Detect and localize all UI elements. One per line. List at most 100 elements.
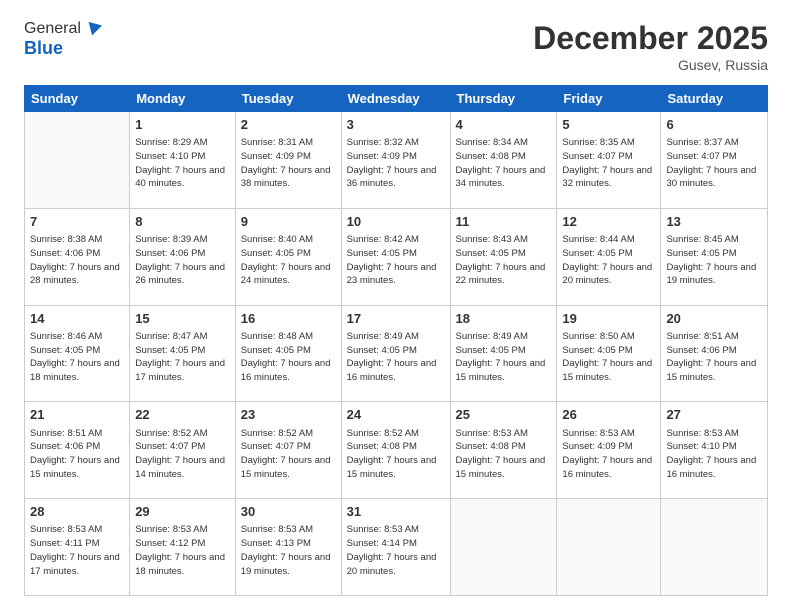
calendar-cell: 21 Sunrise: 8:51 AMSunset: 4:06 PMDayligh…: [25, 402, 130, 499]
day-info: Sunrise: 8:52 AMSunset: 4:08 PMDaylight:…: [347, 427, 445, 482]
calendar-cell: 12 Sunrise: 8:44 AMSunset: 4:05 PMDayligh…: [557, 208, 661, 305]
day-number: 29: [135, 503, 230, 521]
location: Gusev, Russia: [533, 57, 768, 73]
header-friday: Friday: [557, 86, 661, 112]
calendar-week-row: 7Sunrise: 8:38 AMSunset: 4:06 PMDaylight…: [25, 208, 768, 305]
calendar-cell: 18 Sunrise: 8:49 AMSunset: 4:05 PMDayligh…: [450, 305, 557, 402]
day-info: Sunrise: 8:37 AMSunset: 4:07 PMDaylight:…: [666, 136, 762, 191]
day-info: Sunrise: 8:52 AMSunset: 4:07 PMDaylight:…: [135, 427, 230, 482]
day-number: 12: [562, 213, 655, 231]
header-wednesday: Wednesday: [341, 86, 450, 112]
day-number: 2: [241, 116, 336, 134]
day-number: 30: [241, 503, 336, 521]
day-number: 5: [562, 116, 655, 134]
day-info: Sunrise: 8:42 AMSunset: 4:05 PMDaylight:…: [347, 233, 445, 288]
title-block: December 2025 Gusev, Russia: [533, 20, 768, 73]
day-number: 11: [456, 213, 552, 231]
day-number: 10: [347, 213, 445, 231]
calendar-cell: 15 Sunrise: 8:47 AMSunset: 4:05 PMDayligh…: [130, 305, 236, 402]
logo-blue-text: Blue: [24, 38, 63, 59]
day-number: 28: [30, 503, 124, 521]
calendar-cell: [450, 499, 557, 596]
day-info: Sunrise: 8:53 AMSunset: 4:12 PMDaylight:…: [135, 523, 230, 578]
day-info: Sunrise: 8:51 AMSunset: 4:06 PMDaylight:…: [666, 330, 762, 385]
logo: General Blue: [24, 20, 97, 59]
calendar-cell: 30Sunrise: 8:53 AMSunset: 4:13 PMDayligh…: [235, 499, 341, 596]
calendar-week-row: 1 Sunrise: 8:29 AMSunset: 4:10 PMDaylight…: [25, 112, 768, 209]
header-monday: Monday: [130, 86, 236, 112]
calendar-cell: 17 Sunrise: 8:49 AMSunset: 4:05 PMDayligh…: [341, 305, 450, 402]
day-info: Sunrise: 8:35 AMSunset: 4:07 PMDaylight:…: [562, 136, 655, 191]
day-number: 8: [135, 213, 230, 231]
day-info: Sunrise: 8:53 AMSunset: 4:08 PMDaylight:…: [456, 427, 552, 482]
calendar: Sunday Monday Tuesday Wednesday Thursday…: [24, 85, 768, 596]
day-info: Sunrise: 8:39 AMSunset: 4:06 PMDaylight:…: [135, 233, 230, 288]
calendar-week-row: 28 Sunrise: 8:53 AMSunset: 4:11 PMDayligh…: [25, 499, 768, 596]
calendar-week-row: 21 Sunrise: 8:51 AMSunset: 4:06 PMDayligh…: [25, 402, 768, 499]
day-number: 26: [562, 406, 655, 424]
calendar-cell: 31 Sunrise: 8:53 AMSunset: 4:14 PMDayligh…: [341, 499, 450, 596]
day-number: 19: [562, 310, 655, 328]
day-info: Sunrise: 8:52 AMSunset: 4:07 PMDaylight:…: [241, 427, 336, 482]
day-number: 9: [241, 213, 336, 231]
calendar-cell: 11Sunrise: 8:43 AMSunset: 4:05 PMDayligh…: [450, 208, 557, 305]
calendar-cell: 25 Sunrise: 8:53 AMSunset: 4:08 PMDayligh…: [450, 402, 557, 499]
calendar-cell: 16Sunrise: 8:48 AMSunset: 4:05 PMDayligh…: [235, 305, 341, 402]
day-number: 14: [30, 310, 124, 328]
day-info: Sunrise: 8:40 AMSunset: 4:05 PMDaylight:…: [241, 233, 336, 288]
day-info: Sunrise: 8:47 AMSunset: 4:05 PMDaylight:…: [135, 330, 230, 385]
day-info: Sunrise: 8:46 AMSunset: 4:05 PMDaylight:…: [30, 330, 124, 385]
calendar-cell: 28 Sunrise: 8:53 AMSunset: 4:11 PMDayligh…: [25, 499, 130, 596]
day-info: Sunrise: 8:53 AMSunset: 4:11 PMDaylight:…: [30, 523, 124, 578]
calendar-cell: 20 Sunrise: 8:51 AMSunset: 4:06 PMDayligh…: [661, 305, 768, 402]
calendar-cell: 19Sunrise: 8:50 AMSunset: 4:05 PMDayligh…: [557, 305, 661, 402]
calendar-cell: [557, 499, 661, 596]
calendar-cell: 7Sunrise: 8:38 AMSunset: 4:06 PMDaylight…: [25, 208, 130, 305]
logo-icon: [84, 17, 102, 35]
day-info: Sunrise: 8:53 AMSunset: 4:10 PMDaylight:…: [666, 427, 762, 482]
day-number: 13: [666, 213, 762, 231]
header-saturday: Saturday: [661, 86, 768, 112]
day-number: 3: [347, 116, 445, 134]
day-number: 20: [666, 310, 762, 328]
day-number: 23: [241, 406, 336, 424]
calendar-table: Sunday Monday Tuesday Wednesday Thursday…: [24, 85, 768, 596]
day-info: Sunrise: 8:34 AMSunset: 4:08 PMDaylight:…: [456, 136, 552, 191]
day-number: 17: [347, 310, 445, 328]
calendar-week-row: 14 Sunrise: 8:46 AMSunset: 4:05 PMDayligh…: [25, 305, 768, 402]
calendar-cell: 3Sunrise: 8:32 AMSunset: 4:09 PMDaylight…: [341, 112, 450, 209]
day-info: Sunrise: 8:53 AMSunset: 4:09 PMDaylight:…: [562, 427, 655, 482]
day-info: Sunrise: 8:49 AMSunset: 4:05 PMDaylight:…: [456, 330, 552, 385]
day-info: Sunrise: 8:49 AMSunset: 4:05 PMDaylight:…: [347, 330, 445, 385]
day-number: 21: [30, 406, 124, 424]
calendar-cell: 8 Sunrise: 8:39 AMSunset: 4:06 PMDaylight…: [130, 208, 236, 305]
day-number: 27: [666, 406, 762, 424]
day-number: 31: [347, 503, 445, 521]
day-number: 15: [135, 310, 230, 328]
header-sunday: Sunday: [25, 86, 130, 112]
calendar-cell: 1 Sunrise: 8:29 AMSunset: 4:10 PMDaylight…: [130, 112, 236, 209]
day-number: 1: [135, 116, 230, 134]
calendar-cell: 24 Sunrise: 8:52 AMSunset: 4:08 PMDayligh…: [341, 402, 450, 499]
calendar-cell: 13Sunrise: 8:45 AMSunset: 4:05 PMDayligh…: [661, 208, 768, 305]
header-thursday: Thursday: [450, 86, 557, 112]
calendar-cell: 2Sunrise: 8:31 AMSunset: 4:09 PMDaylight…: [235, 112, 341, 209]
calendar-cell: 27 Sunrise: 8:53 AMSunset: 4:10 PMDayligh…: [661, 402, 768, 499]
calendar-cell: 4Sunrise: 8:34 AMSunset: 4:08 PMDaylight…: [450, 112, 557, 209]
day-number: 6: [666, 116, 762, 134]
day-number: 16: [241, 310, 336, 328]
calendar-cell: 22 Sunrise: 8:52 AMSunset: 4:07 PMDayligh…: [130, 402, 236, 499]
day-number: 25: [456, 406, 552, 424]
day-info: Sunrise: 8:44 AMSunset: 4:05 PMDaylight:…: [562, 233, 655, 288]
day-number: 24: [347, 406, 445, 424]
day-number: 18: [456, 310, 552, 328]
calendar-header-row: Sunday Monday Tuesday Wednesday Thursday…: [25, 86, 768, 112]
day-info: Sunrise: 8:38 AMSunset: 4:06 PMDaylight:…: [30, 233, 124, 288]
calendar-cell: 23 Sunrise: 8:52 AMSunset: 4:07 PMDayligh…: [235, 402, 341, 499]
day-info: Sunrise: 8:29 AMSunset: 4:10 PMDaylight:…: [135, 136, 230, 191]
day-info: Sunrise: 8:51 AMSunset: 4:06 PMDaylight:…: [30, 427, 124, 482]
day-number: 22: [135, 406, 230, 424]
calendar-cell: 6 Sunrise: 8:37 AMSunset: 4:07 PMDaylight…: [661, 112, 768, 209]
calendar-cell: 14 Sunrise: 8:46 AMSunset: 4:05 PMDayligh…: [25, 305, 130, 402]
day-info: Sunrise: 8:53 AMSunset: 4:14 PMDaylight:…: [347, 523, 445, 578]
